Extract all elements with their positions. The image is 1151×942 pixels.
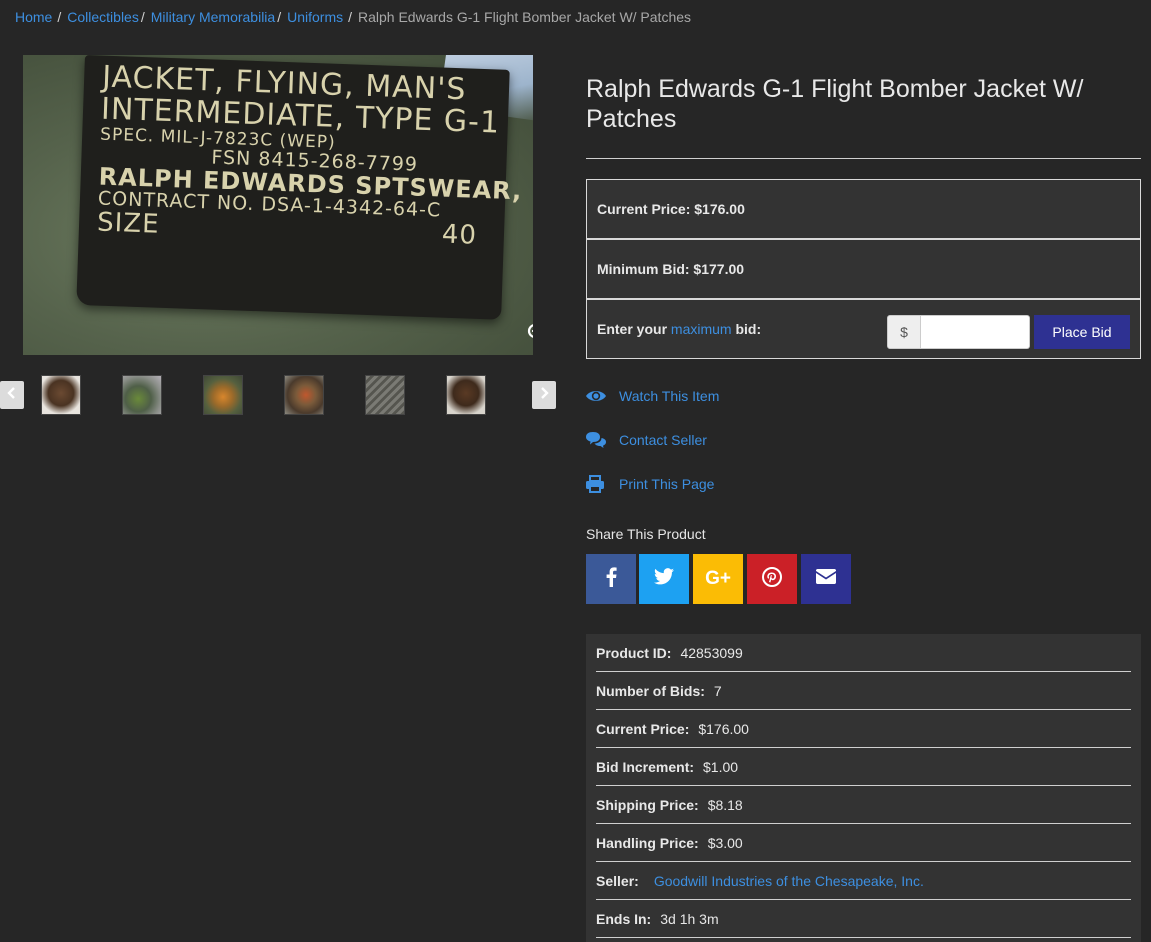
breadcrumb-uniforms[interactable]: Uniforms bbox=[287, 9, 343, 25]
bid-amount-input[interactable] bbox=[921, 315, 1030, 349]
jacket-label-patch: JACKET, FLYING, MAN'S INTERMEDIATE, TYPE… bbox=[76, 55, 533, 320]
thumbnail-1[interactable] bbox=[41, 375, 81, 415]
detail-value: $3.00 bbox=[707, 834, 743, 851]
current-price-text: Current Price: $176.00 bbox=[597, 201, 745, 217]
thumbnail-2[interactable] bbox=[122, 375, 162, 415]
share-facebook-button[interactable] bbox=[586, 554, 636, 604]
chevron-left-icon bbox=[7, 386, 17, 405]
minimum-bid-box: Minimum Bid: $177.00 bbox=[586, 239, 1141, 299]
detail-row-shipping-price: Shipping Price: $8.18 bbox=[596, 786, 1131, 824]
thumbnail-prev-button[interactable] bbox=[0, 381, 24, 409]
minimum-bid-text: Minimum Bid: $177.00 bbox=[597, 261, 745, 277]
watch-item-link[interactable]: Watch This Item bbox=[585, 386, 719, 406]
detail-label: Ends In: bbox=[596, 910, 652, 927]
detail-value: $176.00 bbox=[698, 720, 749, 737]
twitter-icon bbox=[654, 568, 674, 590]
detail-row-ends-in: Ends In: 3d 1h 3m bbox=[596, 900, 1131, 938]
breadcrumb-separator: / bbox=[348, 9, 352, 25]
zoom-in-icon[interactable] bbox=[527, 323, 533, 343]
google-plus-icon: G+ bbox=[705, 568, 731, 589]
detail-label: Seller: bbox=[596, 872, 639, 889]
detail-value: 42853099 bbox=[680, 644, 743, 661]
share-email-button[interactable] bbox=[801, 554, 851, 604]
detail-row-number-of-bids: Number of Bids: 7 bbox=[596, 672, 1131, 710]
place-bid-button[interactable]: Place Bid bbox=[1034, 315, 1130, 349]
facebook-icon bbox=[605, 566, 617, 592]
contact-seller-label: Contact Seller bbox=[619, 432, 707, 448]
detail-label: Shipping Price: bbox=[596, 796, 699, 813]
label-size-value: 40 bbox=[441, 219, 478, 251]
seller-link[interactable]: Goodwill Industries of the Chesapeake, I… bbox=[654, 873, 924, 889]
breadcrumb-separator: / bbox=[140, 9, 145, 25]
thumbnail-6[interactable] bbox=[446, 375, 486, 415]
product-details-panel: Product ID: 42853099 Number of Bids: 7 C… bbox=[586, 634, 1141, 942]
title-divider bbox=[586, 158, 1141, 159]
breadcrumb-home[interactable]: Home bbox=[15, 9, 52, 25]
detail-value: $8.18 bbox=[707, 796, 743, 813]
detail-value: $1.00 bbox=[703, 758, 739, 775]
detail-label: Product ID: bbox=[596, 644, 672, 661]
envelope-icon bbox=[816, 569, 836, 589]
breadcrumb-military-memorabilia[interactable]: Military Memorabilia bbox=[151, 9, 275, 25]
breadcrumb-current: Ralph Edwards G-1 Flight Bomber Jacket W… bbox=[358, 9, 692, 25]
share-twitter-button[interactable] bbox=[639, 554, 689, 604]
main-product-image[interactable]: JACKET, FLYING, MAN'S INTERMEDIATE, TYPE… bbox=[23, 55, 533, 355]
thumbnail-4[interactable] bbox=[284, 375, 324, 415]
print-page-label: Print This Page bbox=[619, 476, 715, 492]
label-size-text: SIZE bbox=[96, 207, 161, 240]
detail-label: Bid Increment: bbox=[596, 758, 695, 775]
detail-row-handling-price: Handling Price: $3.00 bbox=[596, 824, 1131, 862]
breadcrumb: Home / Collectibles / Military Memorabilia / U… bbox=[15, 9, 691, 25]
currency-addon: $ bbox=[887, 315, 921, 349]
bid-input-group: $ Place Bid bbox=[887, 315, 1130, 349]
comments-icon bbox=[585, 430, 607, 450]
detail-value: 7 bbox=[713, 682, 722, 699]
thumbnail-3[interactable] bbox=[203, 375, 243, 415]
detail-label: Handling Price: bbox=[596, 834, 699, 851]
eye-icon bbox=[585, 386, 607, 406]
contact-seller-link[interactable]: Contact Seller bbox=[585, 430, 707, 450]
bid-prompt: Enter your maximum bid: bbox=[597, 321, 761, 337]
thumbnail-next-button[interactable] bbox=[532, 381, 556, 409]
print-page-link[interactable]: Print This Page bbox=[585, 474, 714, 494]
maximum-bid-help-link[interactable]: maximum bbox=[671, 321, 732, 337]
detail-row-bid-increment: Bid Increment: $1.00 bbox=[596, 748, 1131, 786]
share-pinterest-button[interactable] bbox=[747, 554, 797, 604]
bid-entry-box: Enter your maximum bid: $ Place Bid bbox=[586, 299, 1141, 359]
detail-label: Number of Bids: bbox=[596, 682, 705, 699]
pinterest-icon bbox=[762, 566, 782, 592]
watch-item-label: Watch This Item bbox=[619, 388, 720, 404]
chevron-right-icon bbox=[539, 386, 549, 405]
share-title: Share This Product bbox=[586, 526, 706, 542]
share-google-plus-button[interactable]: G+ bbox=[693, 554, 743, 604]
breadcrumb-separator: / bbox=[277, 9, 282, 25]
detail-row-current-price: Current Price: $176.00 bbox=[596, 710, 1131, 748]
detail-row-seller: Seller: Goodwill Industries of the Chesa… bbox=[596, 862, 1131, 900]
detail-value: 3d 1h 3m bbox=[660, 910, 719, 927]
thumbnail-5[interactable] bbox=[365, 375, 405, 415]
current-price-box: Current Price: $176.00 bbox=[586, 179, 1141, 239]
printer-icon bbox=[585, 474, 607, 494]
detail-row-product-id: Product ID: 42853099 bbox=[596, 634, 1131, 672]
breadcrumb-separator: / bbox=[57, 9, 62, 25]
bid-prompt-post: bid: bbox=[731, 321, 762, 337]
product-title: Ralph Edwards G-1 Flight Bomber Jacket W… bbox=[586, 75, 1084, 133]
bid-prompt-pre: Enter your bbox=[597, 321, 671, 337]
breadcrumb-collectibles[interactable]: Collectibles bbox=[67, 9, 139, 25]
detail-label: Current Price: bbox=[596, 720, 690, 737]
